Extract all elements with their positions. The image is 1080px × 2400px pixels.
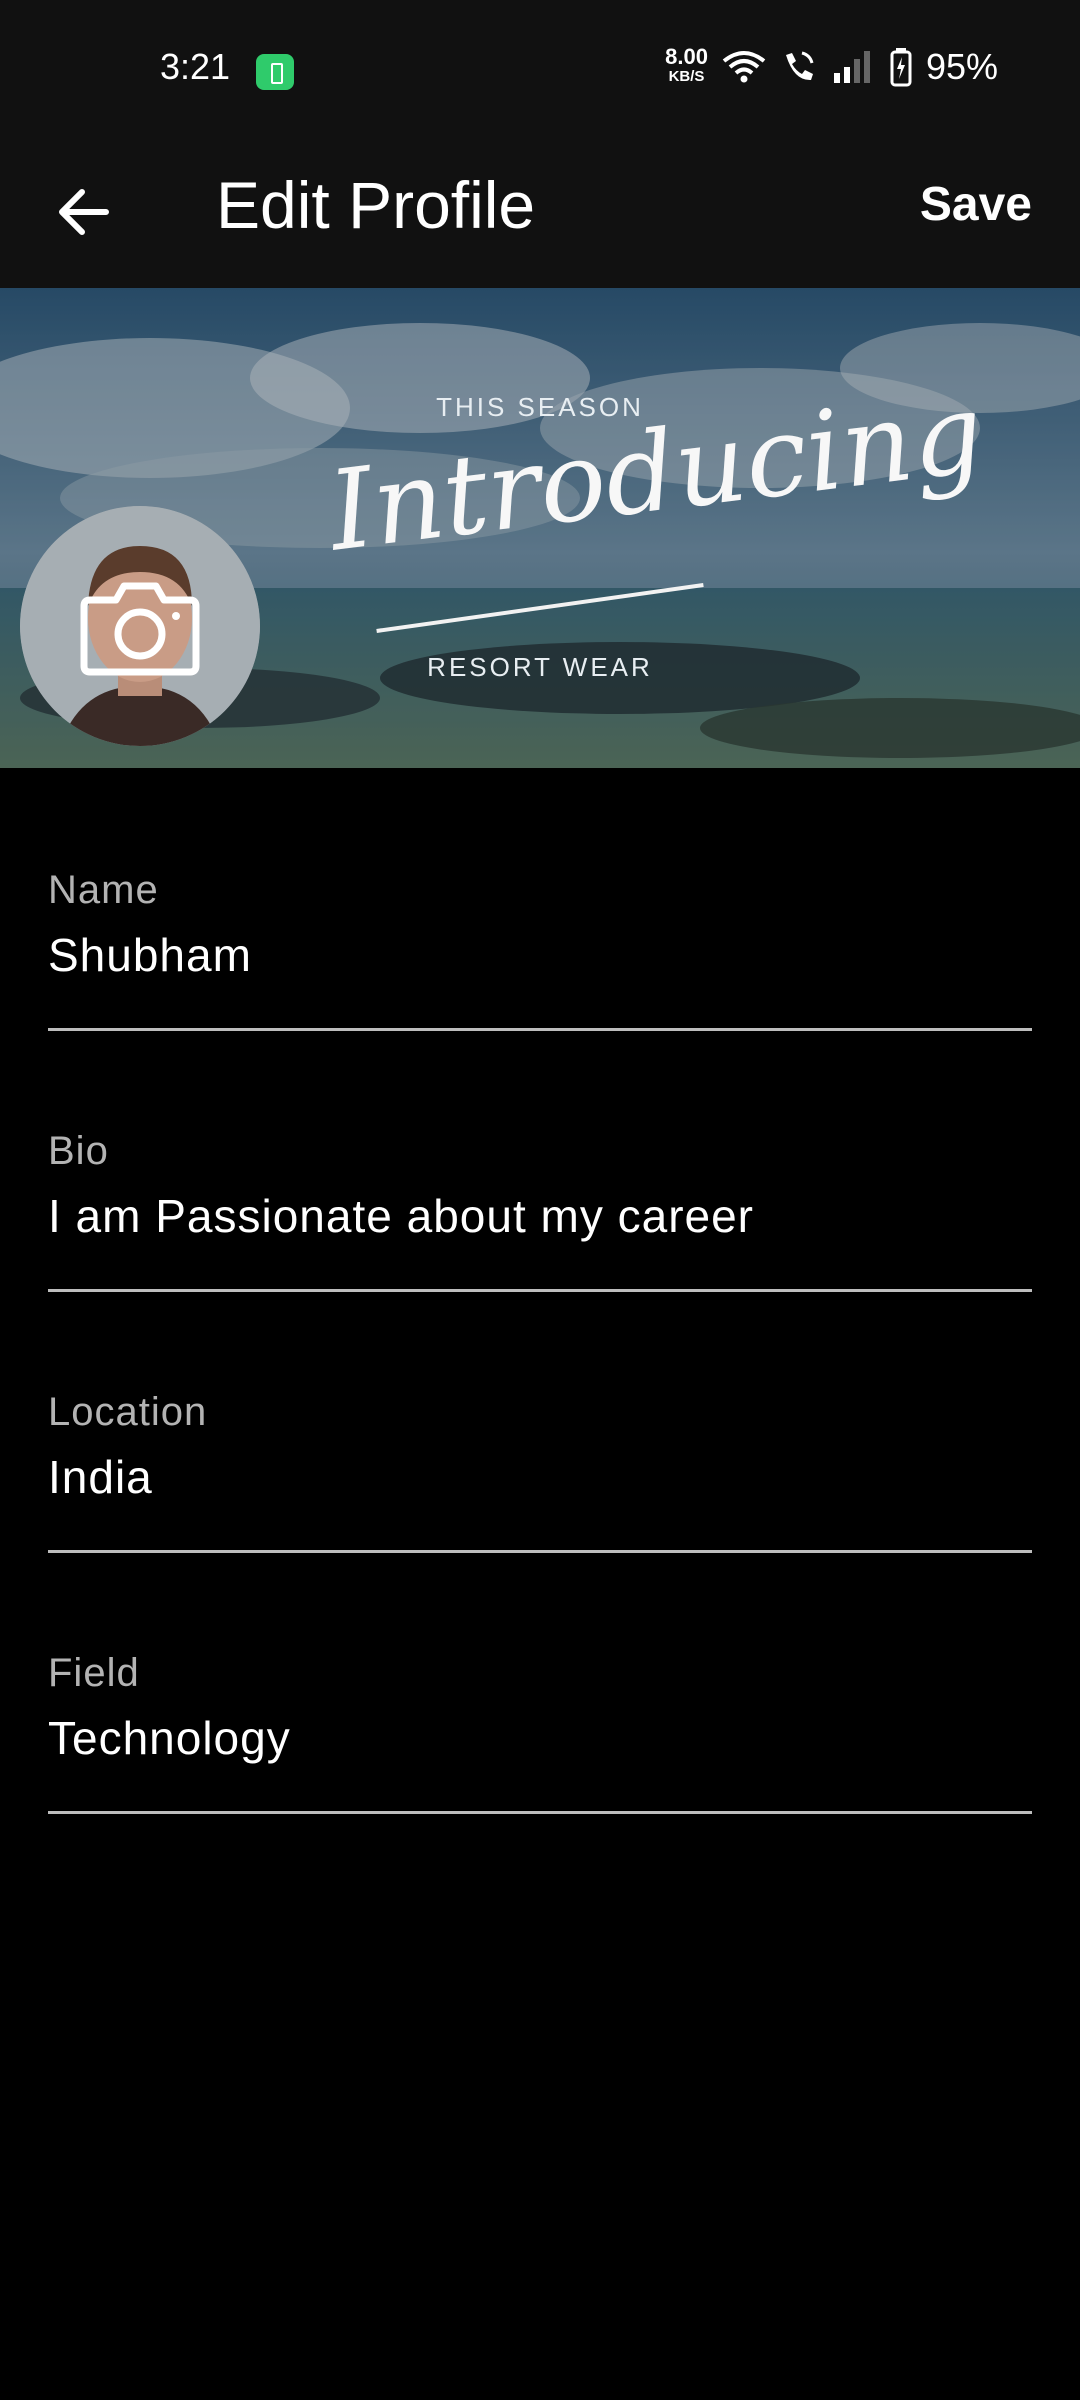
location-input[interactable]: India	[48, 1450, 153, 1504]
name-field[interactable]: Name Shubham	[48, 768, 1032, 1031]
network-speed-value: 8.00	[665, 44, 708, 69]
bio-field[interactable]: Bio I am Passionate about my career	[48, 1029, 1032, 1292]
cell-signal-icon	[832, 49, 876, 85]
charging-app-icon	[256, 54, 294, 90]
battery-charging-icon	[890, 47, 912, 87]
arrow-left-icon	[59, 189, 109, 235]
status-time: 3:21	[160, 46, 231, 87]
camera-icon[interactable]	[80, 574, 200, 678]
status-indicators: 8.00 KB/S 95%	[665, 46, 998, 88]
field-label: Field	[48, 1651, 140, 1695]
status-bar: 3:21 8.00 KB/S 95%	[0, 0, 1080, 140]
name-input[interactable]: Shubham	[48, 928, 252, 982]
network-speed: 8.00 KB/S	[665, 44, 708, 87]
name-label: Name	[48, 868, 159, 912]
network-speed-unit: KB/S	[668, 68, 705, 85]
app-bar: Edit Profile Save	[0, 140, 1080, 288]
field-input[interactable]: Technology	[48, 1711, 291, 1765]
battery-percent: 95%	[925, 46, 998, 87]
page-title: Edit Profile	[216, 168, 536, 242]
wifi-calling-icon	[780, 49, 818, 85]
bio-input[interactable]: I am Passionate about my career	[48, 1189, 754, 1243]
field-field[interactable]: Field Technology	[48, 1551, 1032, 1814]
save-button[interactable]: Save	[920, 176, 1032, 234]
field-underline	[48, 1811, 1032, 1814]
location-field[interactable]: Location India	[48, 1290, 1032, 1553]
wifi-icon	[722, 49, 766, 85]
back-button[interactable]	[52, 180, 116, 244]
bio-label: Bio	[48, 1129, 109, 1173]
location-label: Location	[48, 1390, 208, 1434]
